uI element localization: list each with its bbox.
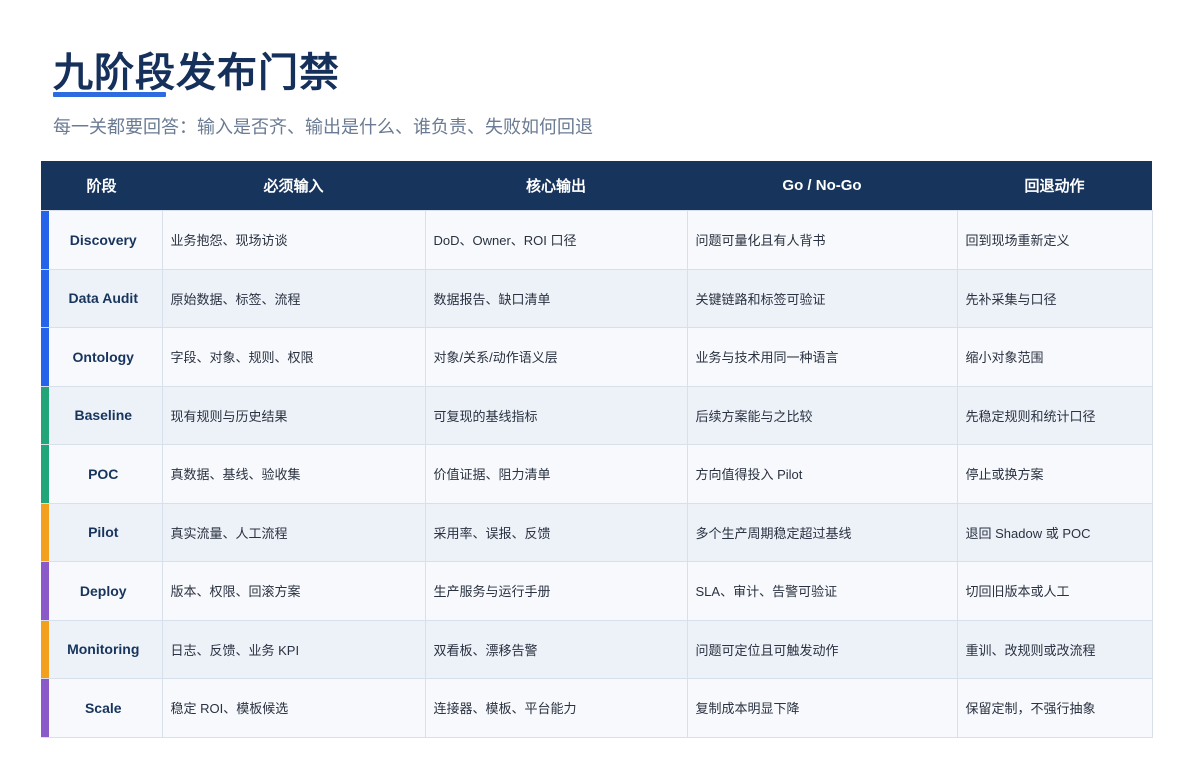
stage-color-bar [41,562,49,620]
rollback-cell: 回到现场重新定义 [956,210,1153,270]
output-cell: DoD、Owner、ROI 口径 [424,210,688,270]
stage-name: Scale [84,699,122,716]
gate-cell: 后续方案能与之比较 [686,385,958,445]
table-header-row: 阶段 必须输入 核心输出 Go / No-Go 回退动作 [41,161,1152,211]
stage-color-bar [41,445,49,503]
header-stage: 阶段 [41,161,162,211]
rollback-cell: 先补采集与口径 [956,268,1153,328]
table-row: Deploy 版本、权限、回滚方案 生产服务与运行手册 SLA、审计、告警可验证… [41,561,1153,621]
stage-name: Baseline [74,407,133,424]
stage-cell: Monitoring [41,619,163,679]
input-cell: 真实流量、人工流程 [161,502,426,562]
stage-cell: Discovery [41,210,163,270]
output-cell: 双看板、漂移告警 [424,619,688,679]
rollback-cell: 缩小对象范围 [956,327,1153,387]
stage-color-bar [41,211,49,269]
gate-cell: 关键链路和标签可验证 [686,268,958,328]
stage-cell: POC [41,444,163,504]
stage-name: Data Audit [68,290,138,307]
input-cell: 现有规则与历史结果 [161,385,426,445]
gate-cell: 复制成本明显下降 [686,678,958,738]
stage-cell: Deploy [41,561,163,621]
output-cell: 生产服务与运行手册 [424,561,688,621]
output-cell: 数据报告、缺口清单 [424,268,688,328]
input-cell: 业务抱怨、现场访谈 [161,210,426,270]
table-row: Baseline 现有规则与历史结果 可复现的基线指标 后续方案能与之比较 先稳… [41,385,1153,445]
stage-cell: Pilot [41,502,163,562]
table-row: Discovery 业务抱怨、现场访谈 DoD、Owner、ROI 口径 问题可… [41,210,1153,270]
table-row: POC 真数据、基线、验收集 价值证据、阻力清单 方向值得投入 Pilot 停止… [41,444,1153,504]
output-cell: 连接器、模板、平台能力 [424,678,688,738]
stage-color-bar [41,503,49,561]
stage-gate-table-wrapper: 阶段 必须输入 核心输出 Go / No-Go 回退动作 Discovery 业… [41,161,1153,738]
table-row: Ontology 字段、对象、规则、权限 对象/关系/动作语义层 业务与技术用同… [41,327,1153,387]
output-cell: 对象/关系/动作语义层 [424,327,688,387]
input-cell: 真数据、基线、验收集 [161,444,426,504]
stage-color-bar [41,386,49,444]
stage-name: Discovery [69,231,137,248]
stage-color-bar [41,328,49,386]
output-cell: 可复现的基线指标 [424,385,688,445]
stage-name: Ontology [72,348,134,365]
page-subtitle: 每一关都要回答：输入是否齐、输出是什么、谁负责、失败如何回退 [53,117,593,137]
header-required-input: 必须输入 [162,161,425,211]
rollback-cell: 重训、改规则或改流程 [956,619,1153,679]
gate-cell: 多个生产周期稳定超过基线 [686,502,958,562]
gate-cell: 业务与技术用同一种语言 [686,327,958,387]
output-cell: 价值证据、阻力清单 [424,444,688,504]
rollback-cell: 退回 Shadow 或 POC [956,502,1153,562]
table-row: Scale 稳定 ROI、模板候选 连接器、模板、平台能力 复制成本明显下降 保… [41,678,1153,738]
input-cell: 稳定 ROI、模板候选 [161,678,426,738]
header-rollback-action: 回退动作 [957,161,1152,211]
stage-cell: Scale [41,678,163,738]
input-cell: 版本、权限、回滚方案 [161,561,426,621]
input-cell: 日志、反馈、业务 KPI [161,619,426,679]
stage-cell: Data Audit [41,268,163,328]
stage-color-bar [41,679,49,737]
stage-cell: Ontology [41,327,163,387]
stage-cell: Baseline [41,385,163,445]
table-row: Pilot 真实流量、人工流程 采用率、误报、反馈 多个生产周期稳定超过基线 退… [41,502,1153,562]
gate-cell: 问题可量化且有人背书 [686,210,958,270]
stage-color-bar [41,269,49,327]
stage-name: POC [88,465,119,482]
title-underline [53,92,166,97]
output-cell: 采用率、误报、反馈 [424,502,688,562]
input-cell: 原始数据、标签、流程 [161,268,426,328]
table-row: Data Audit 原始数据、标签、流程 数据报告、缺口清单 关键链路和标签可… [41,268,1153,328]
gate-cell: SLA、审计、告警可验证 [686,561,958,621]
rollback-cell: 保留定制，不强行抽象 [956,678,1153,738]
rollback-cell: 停止或换方案 [956,444,1153,504]
table-row: Monitoring 日志、反馈、业务 KPI 双看板、漂移告警 问题可定位且可… [41,619,1153,679]
header-go-no-go: Go / No-Go [687,161,957,211]
stage-color-bar [41,620,49,678]
stage-name: Monitoring [67,641,140,658]
slide: 九阶段发布门禁 每一关都要回答：输入是否齐、输出是什么、谁负责、失败如何回退 阶… [0,0,1200,780]
stage-gate-table: 阶段 必须输入 核心输出 Go / No-Go 回退动作 Discovery 业… [41,161,1153,738]
header-core-output: 核心输出 [425,161,687,211]
stage-name: Deploy [79,582,127,599]
input-cell: 字段、对象、规则、权限 [161,327,426,387]
gate-cell: 问题可定位且可触发动作 [686,619,958,679]
gate-cell: 方向值得投入 Pilot [686,444,958,504]
stage-name: Pilot [88,524,119,541]
rollback-cell: 切回旧版本或人工 [956,561,1153,621]
rollback-cell: 先稳定规则和统计口径 [956,385,1153,445]
